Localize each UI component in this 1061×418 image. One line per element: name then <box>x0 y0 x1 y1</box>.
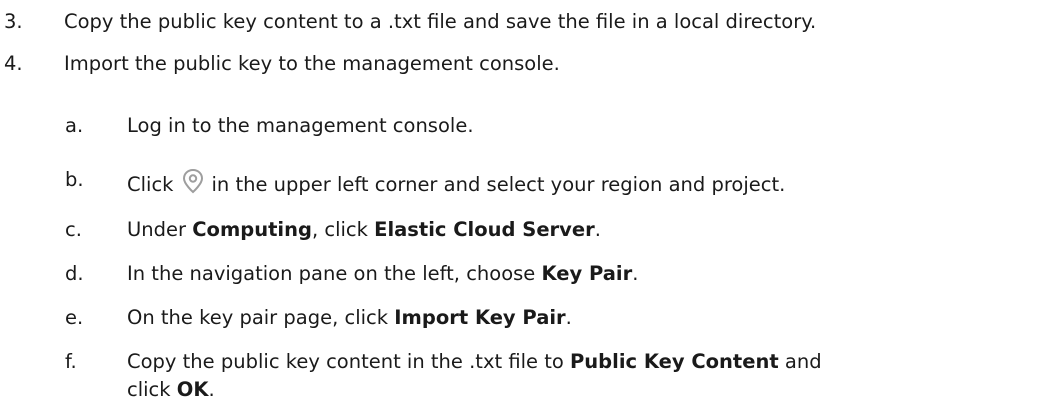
ui-term-public-key-content: Public Key Content <box>570 350 779 373</box>
step-number: 4. <box>4 52 23 75</box>
substep-text-post: . <box>565 306 572 329</box>
substep-letter: a. <box>65 114 84 137</box>
substep-text-pre: Copy the public key content in the .txt … <box>127 350 570 373</box>
substep-text-pre: In the navigation pane on the left, choo… <box>127 262 542 285</box>
substep-text-pre: click <box>127 378 177 401</box>
substep-letter: f. <box>65 350 77 373</box>
substep-letter: c. <box>65 218 82 241</box>
substep-text-post: . <box>208 378 215 401</box>
substep-text-post: and <box>778 350 822 373</box>
ui-term-ok: OK <box>176 378 209 401</box>
location-pin-icon <box>179 168 207 194</box>
step-text: Copy the public key content to a .txt fi… <box>64 10 817 33</box>
substep-text-pre: On the key pair page, click <box>127 306 395 329</box>
substep-text: Under Computing, click Elastic Cloud Ser… <box>127 218 601 242</box>
substep-text-post: in the upper left corner and select your… <box>211 173 786 196</box>
substep-text: Click in the upper left corner and selec… <box>127 168 785 197</box>
substep-text: Log in to the management console. <box>127 114 474 137</box>
ui-term-import-key-pair: Import Key Pair <box>394 306 566 329</box>
ui-term-elastic-cloud-server: Elastic Cloud Server <box>374 218 595 241</box>
substep-text-post: . <box>594 218 601 241</box>
substep-text: Copy the public key content in the .txt … <box>127 350 822 374</box>
substep-text: In the navigation pane on the left, choo… <box>127 262 638 286</box>
substep-letter: e. <box>65 306 84 329</box>
document-page: 3. Copy the public key content to a .txt… <box>0 0 1061 418</box>
substep-text-mid: , click <box>311 218 375 241</box>
substep-text-pre: Click <box>127 173 174 196</box>
substep-text-post: . <box>632 262 639 285</box>
substep-f-line2: click OK. <box>127 378 215 402</box>
ui-term-key-pair: Key Pair <box>541 262 633 285</box>
substep-letter: d. <box>65 262 84 285</box>
substep-letter: b. <box>65 168 84 191</box>
substep-text-pre: Under <box>127 218 193 241</box>
ui-term-computing: Computing <box>192 218 312 241</box>
step-number: 3. <box>4 10 23 33</box>
substep-text: On the key pair page, click Import Key P… <box>127 306 572 330</box>
step-text: Import the public key to the management … <box>64 52 560 75</box>
